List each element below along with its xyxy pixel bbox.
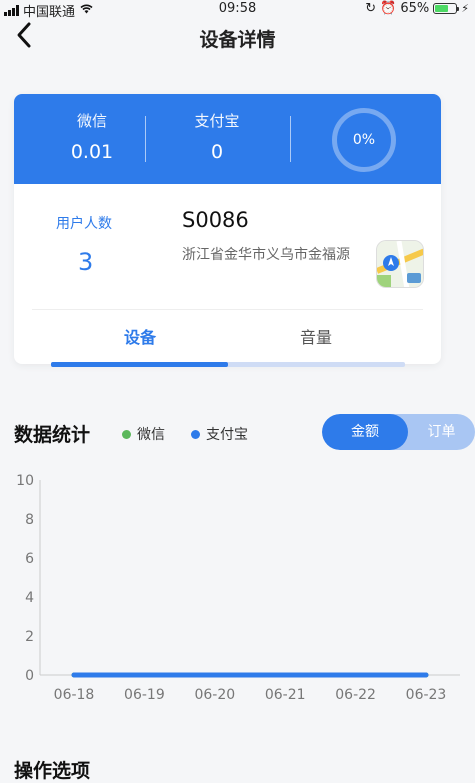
charging-icon: ⚡ bbox=[461, 2, 469, 15]
x-tick-label: 06-20 bbox=[194, 687, 235, 703]
amount-order-toggle: 金额 订单 bbox=[322, 414, 475, 450]
y-tick-label: 6 bbox=[25, 551, 34, 567]
wechat-stat: 微信 0.01 bbox=[37, 110, 147, 163]
progress-ring: 0% bbox=[332, 108, 396, 172]
toggle-order[interactable]: 订单 bbox=[408, 414, 475, 450]
legend-label: 微信 bbox=[137, 427, 165, 443]
x-tick-label: 06-18 bbox=[54, 687, 95, 703]
x-tick-label: 06-19 bbox=[124, 687, 165, 703]
stats-title: 数据统计 bbox=[14, 424, 91, 446]
status-bar: 中国联通 09:58 ↻ ⏰ 65% ⚡ bbox=[0, 0, 475, 20]
device-id: S0086 bbox=[182, 208, 249, 232]
divider bbox=[290, 116, 291, 162]
stats-chart: 0 2 4 6 8 10 06-18 06-19 06-20 06-21 06-22 06-23 bbox=[16, 473, 460, 703]
toggle-amount[interactable]: 金额 bbox=[322, 414, 408, 450]
legend-dot-alipay bbox=[191, 429, 200, 439]
map-icon[interactable] bbox=[376, 240, 424, 288]
x-tick-label: 06-21 bbox=[265, 687, 306, 703]
battery-icon bbox=[433, 3, 460, 14]
legend-label: 支付宝 bbox=[206, 427, 248, 443]
alipay-value: 0 bbox=[210, 141, 224, 163]
tab-device[interactable]: 设备 bbox=[80, 324, 200, 348]
alipay-stat: 支付宝 0 bbox=[162, 110, 272, 163]
device-address: 浙江省金华市义乌市金福源 bbox=[182, 247, 350, 263]
x-tick-label: 06-22 bbox=[335, 687, 376, 703]
tab-indicator-active bbox=[51, 362, 228, 367]
battery-percent: 65% bbox=[400, 1, 430, 16]
alipay-label: 支付宝 bbox=[194, 112, 240, 130]
users-count: 3 bbox=[78, 248, 94, 276]
alarm-icon: ⏰ bbox=[380, 1, 397, 16]
users-label: 用户人数 bbox=[56, 216, 112, 232]
lock-rotation-icon: ↻ bbox=[365, 1, 377, 16]
divider bbox=[145, 116, 146, 162]
device-card: 微信 0.01 支付宝 0 0% 用户人数 3 S0086 浙江省金华市义乌市金… bbox=[14, 94, 441, 364]
ops-title: 操作选项 bbox=[14, 760, 91, 782]
tabs-divider bbox=[32, 309, 423, 310]
tab-indicator bbox=[51, 362, 405, 367]
page-title: 设备详情 bbox=[199, 29, 276, 51]
x-tick-label: 06-23 bbox=[406, 687, 447, 703]
y-tick-label: 4 bbox=[25, 590, 34, 606]
legend-wechat: 微信 bbox=[122, 424, 165, 444]
legend-dot-wechat bbox=[122, 429, 131, 439]
y-tick-label: 2 bbox=[25, 629, 34, 645]
legend-alipay: 支付宝 bbox=[191, 424, 248, 444]
wechat-value: 0.01 bbox=[70, 141, 114, 163]
tab-volume[interactable]: 音量 bbox=[256, 324, 376, 348]
y-tick-label: 0 bbox=[25, 668, 34, 684]
nav-bar: 设备详情 bbox=[0, 18, 475, 58]
y-tick-label: 10 bbox=[16, 473, 34, 489]
wechat-label: 微信 bbox=[76, 112, 107, 130]
revenue-panel: 微信 0.01 支付宝 0 0% bbox=[14, 94, 441, 184]
y-tick-label: 8 bbox=[25, 512, 34, 528]
